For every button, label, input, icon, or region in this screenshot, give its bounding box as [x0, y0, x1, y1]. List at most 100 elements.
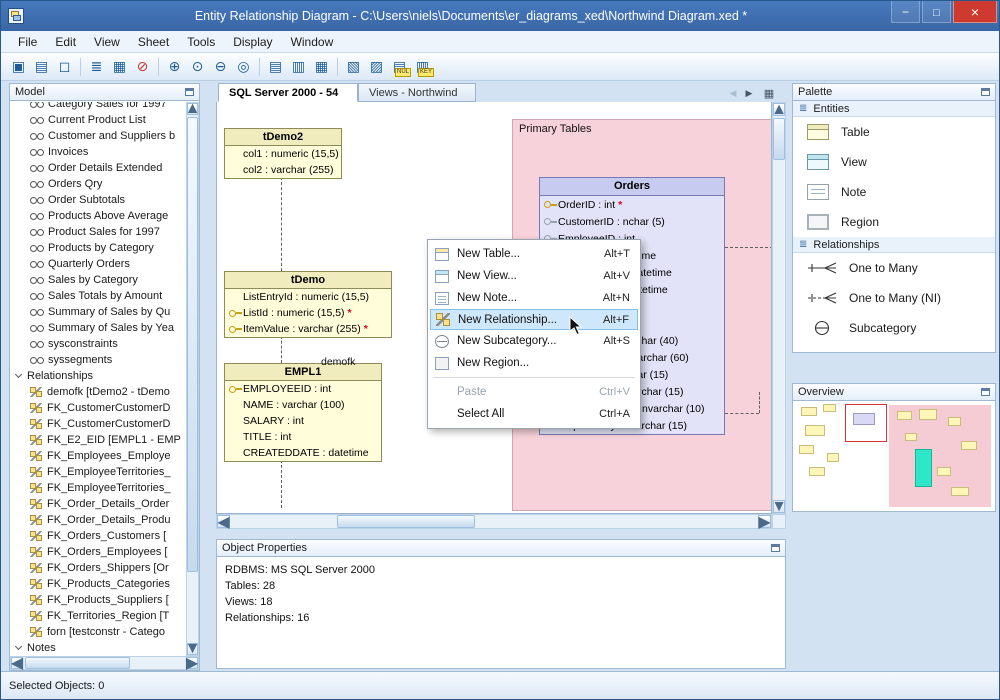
model-relationship-item[interactable]: FK_Employees_Employe: [10, 448, 186, 464]
context-menu-item-new-relationship[interactable]: New Relationship... Alt+F: [430, 309, 638, 330]
scroll-right-button[interactable]: [758, 515, 771, 528]
context-menu-item-new-region[interactable]: New Region...: [430, 352, 638, 374]
model-view-item[interactable]: Sales Totals by Amount: [10, 288, 186, 304]
scroll-down-button[interactable]: [773, 500, 785, 513]
scroll-left-button[interactable]: [217, 515, 230, 528]
palette-item-region[interactable]: Region: [793, 207, 995, 237]
relationship-name-label[interactable]: demofk: [321, 356, 355, 368]
tab-views-northwind[interactable]: Views - Northwind: [358, 83, 476, 102]
table-column-row[interactable]: CustomerID : nchar (5): [540, 213, 724, 230]
overview-viewport-rect[interactable]: [845, 404, 887, 442]
previous-sheet-button[interactable]: [726, 86, 740, 100]
palette-item-subcategory[interactable]: Subcategory: [793, 313, 995, 343]
table-column-row[interactable]: OrderID : int *: [540, 196, 724, 213]
palette-item-note[interactable]: Note: [793, 177, 995, 207]
model-view-item[interactable]: Customer and Suppliers b: [10, 128, 186, 144]
palette-item-one-to-many-ni[interactable]: One to Many (NI): [793, 283, 995, 313]
model-view-item[interactable]: Products by Category: [10, 240, 186, 256]
print-button[interactable]: [30, 56, 53, 78]
model-view-item[interactable]: Quarterly Orders: [10, 256, 186, 272]
model-relationship-item[interactable]: FK_EmployeeTerritories_: [10, 480, 186, 496]
tab-sql-server[interactable]: SQL Server 2000 - 54: [218, 83, 358, 102]
save-button[interactable]: [7, 56, 30, 78]
zoom-actual-button[interactable]: [186, 56, 209, 78]
relationship-line[interactable]: [725, 413, 759, 414]
menu-item[interactable]: File: [9, 32, 46, 52]
model-relationship-item[interactable]: demofk [tDemo2 - tDemo: [10, 384, 186, 400]
minimize-button[interactable]: [891, 1, 920, 23]
model-view-item[interactable]: Summary of Sales by Yea: [10, 320, 186, 336]
next-sheet-button[interactable]: [742, 86, 756, 100]
menu-item[interactable]: Sheet: [129, 32, 178, 52]
table-column-row[interactable]: ItemValue : varchar (255) *: [225, 321, 391, 337]
model-view-item[interactable]: Sales by Category: [10, 272, 186, 288]
palette-item-view[interactable]: View: [793, 147, 995, 177]
model-view-item[interactable]: Orders Qry: [10, 176, 186, 192]
model-view-item[interactable]: Product Sales for 1997: [10, 224, 186, 240]
relationship-line[interactable]: [281, 460, 282, 508]
model-relationship-item[interactable]: FK_Products_Suppliers [: [10, 592, 186, 608]
sheet-list-button[interactable]: [762, 86, 776, 100]
menu-item[interactable]: Window: [282, 32, 343, 52]
scrollbar-thumb[interactable]: [25, 657, 130, 669]
model-relationship-item[interactable]: forn [testconstr - Catego: [10, 624, 186, 640]
display-types-button[interactable]: [365, 56, 388, 78]
table-tdemo[interactable]: tDemo ListEntryId : numeric (15,5) ListI…: [224, 271, 392, 338]
app-icon[interactable]: [8, 8, 24, 24]
table-column-row[interactable]: SALARY : int: [225, 413, 381, 429]
canvas-vertical-scrollbar[interactable]: [772, 102, 786, 514]
table-column-row[interactable]: CREATEDDATE : datetime: [225, 445, 381, 461]
tree-vertical-scrollbar[interactable]: [186, 102, 199, 656]
model-relationship-item[interactable]: FK_E2_EID [EMPL1 - EMP: [10, 432, 186, 448]
scroll-up-button[interactable]: [187, 103, 198, 115]
diagram-canvas[interactable]: Primary Tables tDemo2 col1 : numeric (15…: [216, 102, 772, 514]
close-button[interactable]: [953, 1, 997, 23]
float-panel-icon[interactable]: [771, 544, 780, 552]
scroll-up-button[interactable]: [773, 103, 785, 116]
model-view-item[interactable]: Order Subtotals: [10, 192, 186, 208]
float-panel-icon[interactable]: [981, 88, 990, 96]
context-menu-item-new-subcategory[interactable]: New Subcategory... Alt+S: [430, 330, 638, 352]
menu-item[interactable]: Edit: [46, 32, 85, 52]
table-column-row[interactable]: ListId : numeric (15,5) *: [225, 305, 391, 321]
model-relationship-item[interactable]: FK_EmployeeTerritories_: [10, 464, 186, 480]
context-menu-item-new-note[interactable]: New Note... Alt+N: [430, 287, 638, 309]
scroll-right-button[interactable]: [186, 657, 198, 669]
palette-item-table[interactable]: Table: [793, 117, 995, 147]
model-relationship-item[interactable]: FK_Orders_Employees [: [10, 544, 186, 560]
tree-group-notes[interactable]: Notes: [10, 640, 186, 656]
scroll-left-button[interactable]: [11, 657, 23, 669]
model-view-item[interactable]: Summary of Sales by Qu: [10, 304, 186, 320]
relationship-line[interactable]: [725, 247, 771, 248]
scrollbar-thumb[interactable]: [337, 515, 475, 528]
scrollbar-thumb[interactable]: [773, 118, 785, 160]
display-columns-button[interactable]: [310, 56, 333, 78]
relationship-line[interactable]: [759, 392, 760, 413]
model-relationship-item[interactable]: FK_Order_Details_Order: [10, 496, 186, 512]
context-menu-item-new-table[interactable]: New Table... Alt+T: [430, 243, 638, 265]
model-view-item[interactable]: syssegments: [10, 352, 186, 368]
model-view-item[interactable]: Category Sales for 1997: [10, 102, 186, 112]
display-keys-button[interactable]: KEY: [411, 56, 434, 78]
scrollbar-thumb[interactable]: [187, 117, 198, 572]
zoom-out-button[interactable]: [209, 56, 232, 78]
context-menu-item-new-view[interactable]: New View... Alt+V: [430, 265, 638, 287]
model-relationship-item[interactable]: FK_CustomerCustomerD: [10, 400, 186, 416]
grid-view-button[interactable]: [108, 56, 131, 78]
model-relationship-item[interactable]: FK_CustomerCustomerD: [10, 416, 186, 432]
float-panel-icon[interactable]: [185, 88, 194, 96]
zoom-fit-button[interactable]: [232, 56, 255, 78]
block-button[interactable]: [131, 56, 154, 78]
relationship-line[interactable]: [281, 177, 282, 271]
title-bar[interactable]: Entity Relationship Diagram - C:\Users\n…: [1, 1, 999, 31]
model-relationship-item[interactable]: FK_Territories_Region [T: [10, 608, 186, 624]
menu-item[interactable]: Display: [224, 32, 281, 52]
menu-item[interactable]: View: [85, 32, 129, 52]
palette-item-one-to-many[interactable]: One to Many: [793, 253, 995, 283]
model-relationship-item[interactable]: FK_Order_Details_Produ: [10, 512, 186, 528]
relationship-line[interactable]: [281, 336, 282, 363]
model-view-item[interactable]: Current Product List: [10, 112, 186, 128]
palette-section-entities[interactable]: Entities: [793, 101, 995, 117]
display-nullability-button[interactable]: NUL: [388, 56, 411, 78]
overview-minimap[interactable]: [793, 401, 995, 511]
